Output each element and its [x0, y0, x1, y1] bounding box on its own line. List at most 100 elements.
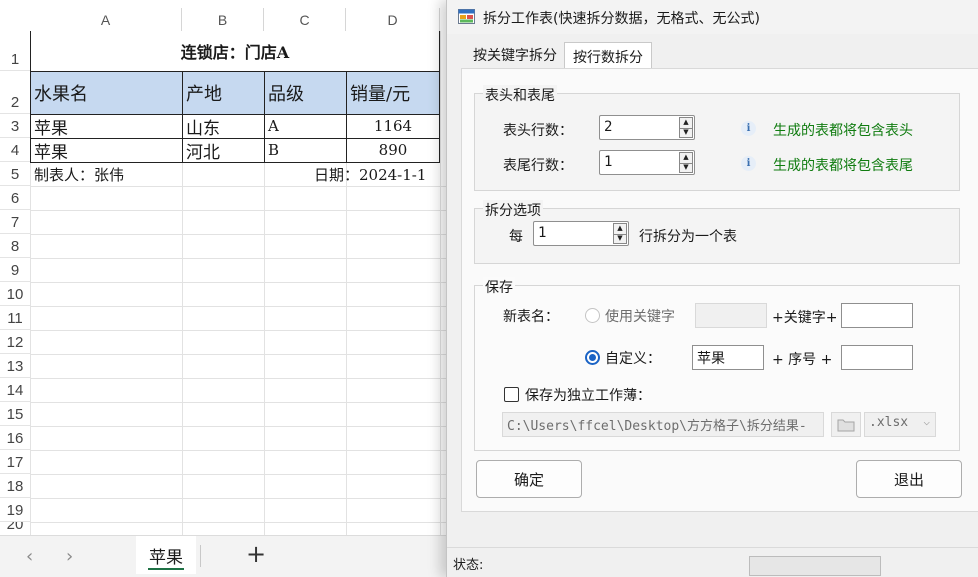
up-arrow-icon[interactable]: ▲	[680, 118, 692, 128]
date-cell[interactable]: 日期：2024-1-1	[314, 162, 426, 186]
row-header-8[interactable]: 8	[0, 234, 30, 258]
column-header-b[interactable]: B	[182, 8, 264, 31]
row-header-2[interactable]: 2	[0, 71, 30, 114]
table-cell[interactable]: 山东	[186, 114, 220, 139]
column-header-a[interactable]: A	[30, 8, 182, 31]
row-header-11[interactable]: 11	[0, 306, 30, 330]
rows-per-sheet-stepper[interactable]: 1 ▲ ▼	[533, 221, 629, 246]
rows-per-sheet-value: 1	[538, 225, 547, 241]
header-hint: 生成的表都将包含表头	[773, 123, 913, 139]
keyword-suffix-input[interactable]	[841, 303, 913, 328]
down-arrow-icon[interactable]: ▼	[680, 127, 692, 138]
spreadsheet: A B C D 1 2 3 4 5 6 7 8 9 10 11 12 13 14…	[0, 0, 448, 577]
row-header-13[interactable]: 13	[0, 354, 30, 378]
custom-name-input[interactable]: 苹果	[692, 345, 764, 370]
custom-radio[interactable]	[585, 350, 600, 365]
up-arrow-icon[interactable]: ▲	[614, 224, 626, 234]
table-cell[interactable]: 河北	[186, 138, 220, 163]
sheet-tab-label: 苹果	[149, 547, 183, 568]
use-keyword-radio[interactable]	[585, 308, 600, 323]
row-header-18[interactable]: 18	[0, 474, 30, 498]
row-header-10[interactable]: 10	[0, 282, 30, 306]
dialog-title: 拆分工作表(快速拆分数据，无格式、无公式)	[483, 11, 760, 27]
chevron-down-icon: ⌵	[923, 415, 930, 428]
custom-label[interactable]: 自定义：	[605, 348, 661, 368]
tab-split-by-keyword[interactable]: 按关键字拆分	[467, 42, 563, 68]
separate-workbook-label[interactable]: 保存为独立工作薄：	[525, 385, 651, 405]
status-label: 状态:	[453, 558, 484, 573]
save-path-input[interactable]: C:\Users\ffcel\Desktop\方方格子\拆分结果-	[502, 412, 824, 437]
row-header-17[interactable]: 17	[0, 450, 30, 474]
info-icon: i	[741, 121, 756, 136]
sequence-label: + 序号 +	[772, 352, 833, 368]
custom-name-value: 苹果	[697, 351, 725, 367]
browse-folder-button[interactable]	[831, 412, 861, 437]
status-bar: 状态:	[447, 547, 978, 577]
header-rows-label: 表头行数：	[503, 123, 573, 139]
header-cell-fruit[interactable]: 水果名	[34, 71, 88, 114]
row-header-19[interactable]: 19	[0, 498, 30, 522]
separate-workbook-checkbox[interactable]	[504, 387, 519, 402]
tab-label: 按行数拆分	[573, 49, 643, 66]
down-arrow-icon[interactable]: ▼	[680, 162, 692, 173]
table-cell[interactable]: B	[268, 138, 279, 162]
dialog-titlebar[interactable]: 拆分工作表(快速拆分数据，无格式、无公式)	[447, 0, 978, 34]
table-cell[interactable]: 苹果	[34, 114, 68, 139]
folder-icon	[837, 419, 855, 432]
file-extension-value: .xlsx	[869, 415, 909, 430]
app-icon	[458, 9, 475, 24]
footer-hint: 生成的表都将包含表尾	[773, 158, 913, 174]
footer-rows-label: 表尾行数：	[503, 158, 573, 174]
row-header-12[interactable]: 12	[0, 330, 30, 354]
table-cell[interactable]: 苹果	[34, 138, 68, 163]
exit-button[interactable]: 退出	[856, 460, 962, 498]
save-path-value: C:\Users\ffcel\Desktop\方方格子\拆分结果-	[507, 419, 807, 434]
row-header-3[interactable]: 3	[0, 114, 30, 138]
column-header-c[interactable]: C	[264, 8, 346, 31]
ok-button[interactable]: 确定	[476, 460, 582, 498]
group-title: 表头和表尾	[483, 85, 557, 105]
maker-cell[interactable]: 制表人：张伟	[34, 162, 124, 186]
split-worksheet-dialog: 拆分工作表(快速拆分数据，无格式、无公式) 按关键字拆分 按行数拆分 表头和表尾…	[446, 0, 978, 577]
table-cell[interactable]: A	[268, 114, 279, 138]
column-header-d[interactable]: D	[346, 8, 440, 31]
row-header-14[interactable]: 14	[0, 378, 30, 402]
row-header-4[interactable]: 4	[0, 138, 30, 162]
row-header-20[interactable]: 20	[0, 522, 30, 536]
use-keyword-label[interactable]: 使用关键字	[605, 306, 675, 326]
tab-split-by-rows[interactable]: 按行数拆分	[564, 42, 652, 70]
next-sheet-icon[interactable]: ›	[66, 546, 73, 567]
save-group: 保存 新表名： 使用关键字 +关键字+ 自定义： 苹果 + 序号 + 保存为独立…	[474, 277, 960, 451]
row-header-16[interactable]: 16	[0, 426, 30, 450]
sheet-title-cell[interactable]: 连锁店：门店A	[30, 31, 440, 71]
table-cell[interactable]: 890	[346, 138, 440, 162]
file-extension-select[interactable]: .xlsx ⌵	[864, 412, 936, 437]
row-header-15[interactable]: 15	[0, 402, 30, 426]
split-options-group: 拆分选项 每 1 ▲ ▼ 行拆分为一个表	[474, 200, 960, 264]
row-header-9[interactable]: 9	[0, 258, 30, 282]
group-title: 拆分选项	[483, 200, 543, 220]
header-cell-origin[interactable]: 产地	[186, 71, 222, 114]
down-arrow-icon[interactable]: ▼	[614, 233, 626, 244]
add-sheet-button[interactable]: +	[246, 540, 266, 568]
sheet-tab-apple[interactable]: 苹果	[136, 536, 196, 574]
footer-rows-stepper[interactable]: 1 ▲ ▼	[599, 150, 695, 175]
table-cell[interactable]: 1164	[346, 114, 440, 138]
row-header-1[interactable]: 1	[0, 31, 30, 71]
row-header-6[interactable]: 6	[0, 186, 30, 210]
rows-per-sheet-suffix: 行拆分为一个表	[639, 229, 737, 245]
header-cell-grade[interactable]: 品级	[268, 71, 304, 114]
header-rows-value: 2	[604, 119, 613, 135]
up-arrow-icon[interactable]: ▲	[680, 153, 692, 163]
row-header-7[interactable]: 7	[0, 210, 30, 234]
keyword-prefix-input[interactable]	[695, 303, 767, 328]
status-progress-bar	[749, 556, 881, 576]
keyword-plus-label: +关键字+	[772, 310, 838, 326]
header-cell-sales[interactable]: 销量/元	[350, 71, 410, 114]
sequence-suffix-input[interactable]	[841, 345, 913, 370]
header-footer-group: 表头和表尾 表头行数： 2 ▲ ▼ i 生成的表都将包含表头 表尾行数： 1 ▲ ▼…	[474, 85, 960, 191]
prev-sheet-icon[interactable]: ‹	[26, 546, 33, 567]
footer-rows-value: 1	[604, 154, 613, 170]
row-header-5[interactable]: 5	[0, 162, 30, 186]
header-rows-stepper[interactable]: 2 ▲ ▼	[599, 115, 695, 140]
